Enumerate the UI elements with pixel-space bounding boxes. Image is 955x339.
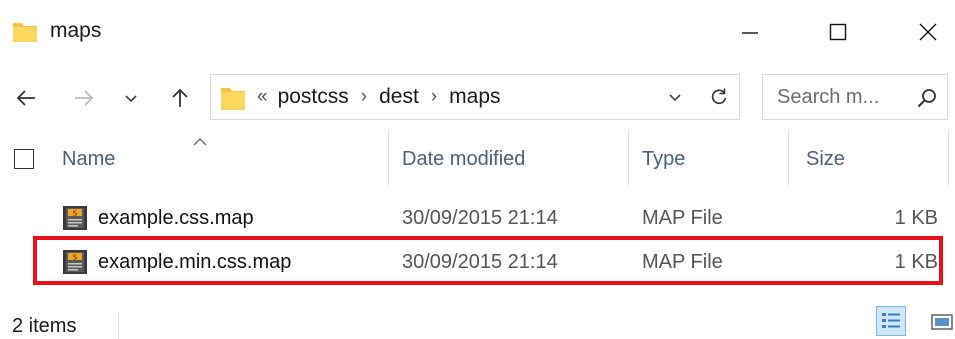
breadcrumb-postcss[interactable]: postcss	[278, 85, 349, 109]
breadcrumb-overflow[interactable]: «	[257, 86, 268, 108]
details-view-button[interactable]	[876, 306, 906, 336]
column-headers: Name Date modified Type Size	[0, 128, 955, 188]
up-arrow-icon	[172, 88, 188, 107]
svg-text:S: S	[73, 210, 78, 218]
column-header-size[interactable]: Size	[806, 146, 845, 172]
breadcrumb-separator[interactable]: ›	[431, 86, 437, 108]
column-header-name[interactable]: Name	[62, 146, 115, 172]
item-count: 2 items	[12, 315, 77, 337]
details-view-icon	[882, 313, 900, 328]
status-divider	[118, 312, 119, 339]
breadcrumb-maps[interactable]: maps	[449, 85, 500, 109]
forward-button[interactable]	[64, 78, 104, 118]
close-button[interactable]	[900, 10, 955, 54]
window-title: maps	[50, 19, 102, 42]
breadcrumb: « postcss › dest › maps	[257, 75, 501, 119]
select-all-checkbox[interactable]	[14, 149, 34, 169]
chevron-down-icon	[669, 94, 681, 102]
highlight-annotation	[33, 236, 943, 285]
breadcrumb-separator[interactable]: ›	[361, 86, 367, 108]
back-button[interactable]	[6, 78, 46, 118]
close-icon	[919, 23, 937, 41]
title-bar: maps	[0, 0, 955, 62]
large-icons-view-button[interactable]	[930, 310, 954, 334]
minimize-button[interactable]	[722, 10, 778, 54]
column-header-type[interactable]: Type	[642, 146, 685, 172]
chevron-down-icon	[125, 95, 137, 103]
address-bar[interactable]: « postcss › dest › maps	[210, 74, 740, 120]
search-icon[interactable]	[915, 86, 939, 110]
breadcrumb-dest[interactable]: dest	[379, 85, 419, 109]
minimize-icon	[742, 32, 758, 34]
folder-icon	[12, 18, 38, 44]
file-type: MAP File	[642, 207, 723, 229]
maximize-button[interactable]	[810, 10, 866, 54]
search-box[interactable]	[762, 74, 948, 120]
folder-icon	[219, 84, 247, 112]
column-divider[interactable]	[388, 130, 389, 186]
search-input[interactable]	[777, 75, 907, 119]
navigation-bar: « postcss › dest › maps	[0, 70, 955, 126]
refresh-button[interactable]	[697, 75, 739, 119]
maximize-icon	[829, 23, 847, 41]
back-arrow-icon	[16, 90, 35, 106]
column-header-date-modified[interactable]: Date modified	[402, 146, 525, 172]
status-bar: 2 items	[0, 300, 955, 339]
column-divider[interactable]	[788, 130, 789, 186]
file-name[interactable]: example.css.map	[98, 205, 254, 231]
file-size: 1 KB	[894, 207, 938, 229]
up-button[interactable]	[160, 78, 200, 118]
large-icons-view-icon	[931, 314, 953, 330]
file-date-modified: 30/09/2015 21:14	[402, 207, 558, 229]
column-divider[interactable]	[628, 130, 629, 186]
sort-ascending-icon	[192, 134, 208, 152]
map-file-icon: S	[62, 205, 88, 231]
file-row[interactable]: S example.css.map 30/09/2015 21:14 MAP F…	[0, 198, 955, 238]
forward-arrow-icon	[75, 90, 94, 106]
recent-locations-button[interactable]	[118, 78, 144, 118]
column-divider[interactable]	[948, 130, 949, 186]
address-dropdown-button[interactable]	[657, 75, 693, 119]
refresh-icon	[711, 88, 726, 105]
